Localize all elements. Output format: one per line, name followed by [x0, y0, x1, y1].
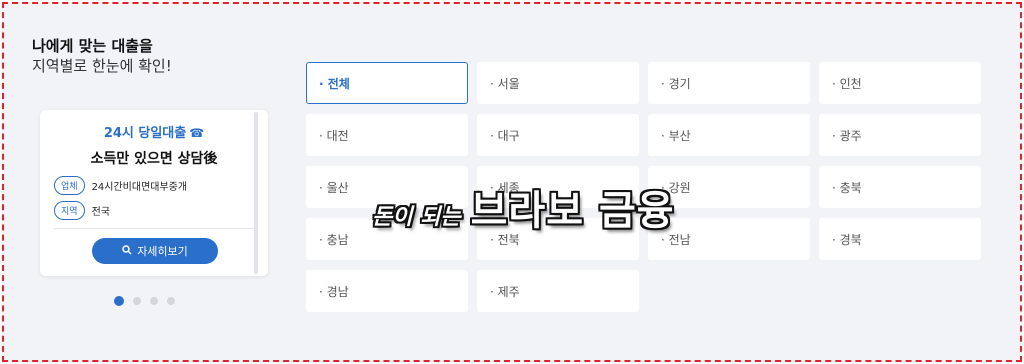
region-gwangju[interactable]: · 광주: [819, 114, 981, 156]
region-all[interactable]: · 전체: [306, 62, 468, 104]
region-gyeonggi[interactable]: · 경기: [648, 62, 810, 104]
card-title: 24시 당일대출 ☎: [40, 122, 268, 141]
region-incheon[interactable]: · 인천: [819, 62, 981, 104]
carousel-dot[interactable]: [167, 297, 175, 305]
region-busan[interactable]: · 부산: [648, 114, 810, 156]
region-value: 전국: [91, 207, 110, 218]
region-daejeon[interactable]: · 대전: [306, 114, 468, 156]
phone-icon: ☎: [189, 126, 205, 140]
company-tag: 업체: [54, 176, 85, 195]
watermark-small: 돈이 되는: [372, 205, 461, 230]
region-daegu[interactable]: · 대구: [477, 114, 639, 156]
region-chungbuk[interactable]: · 충북: [819, 166, 981, 208]
brand-watermark: 돈이 되는 브라보 금융: [372, 178, 675, 236]
headline-line2: 지역별로 한눈에 확인!: [32, 57, 172, 75]
carousel-dot[interactable]: [133, 297, 141, 305]
card-divider: [54, 228, 254, 229]
carousel-dots: [114, 296, 184, 306]
page-frame: 나에게 맞는 대출을 지역별로 한눈에 확인! 24시 당일대출 ☎ 소득만 있으…: [2, 2, 1022, 362]
next-card-edge[interactable]: [254, 112, 258, 274]
card-row-company: 업체 24시간비대면대부중개: [54, 176, 187, 195]
region-tag: 지역: [54, 201, 85, 220]
loan-card[interactable]: 24시 당일대출 ☎ 소득만 있으면 상담後 업체 24시간비대면대부중개 지역 …: [40, 110, 268, 276]
detail-button-label: 자세히보기: [137, 245, 188, 258]
card-row-region: 지역 전국: [54, 201, 110, 220]
region-gyeongbuk[interactable]: · 경북: [819, 218, 981, 260]
region-gyeongnam[interactable]: · 경남: [306, 270, 468, 312]
search-icon: [122, 244, 132, 258]
card-subtitle: 소득만 있으면 상담後: [90, 151, 218, 167]
carousel-dot[interactable]: [114, 296, 124, 306]
watermark-big: 브라보 금융: [470, 188, 675, 234]
headline-line1: 나에게 맞는 대출을: [32, 37, 153, 55]
headline: 나에게 맞는 대출을 지역별로 한눈에 확인!: [32, 36, 172, 76]
company-value: 24시간비대면대부중개: [91, 182, 188, 193]
card-title-text: 24시 당일대출: [103, 126, 187, 141]
region-seoul[interactable]: · 서울: [477, 62, 639, 104]
detail-button[interactable]: 자세히보기: [92, 238, 218, 264]
region-jeju[interactable]: · 제주: [477, 270, 639, 312]
carousel-dot[interactable]: [150, 297, 158, 305]
